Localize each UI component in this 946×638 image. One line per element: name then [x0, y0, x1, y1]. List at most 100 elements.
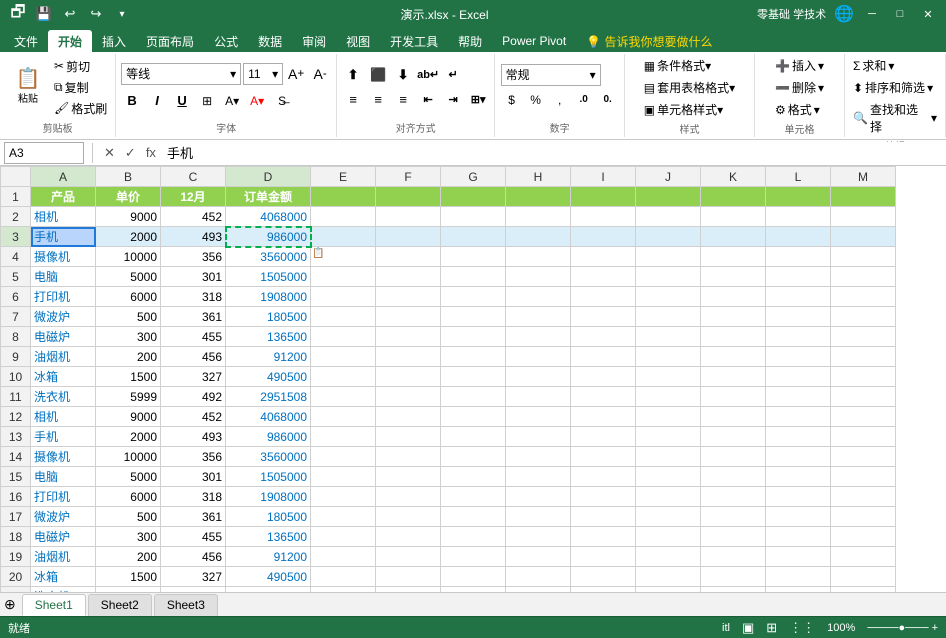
cell[interactable]: 492 [161, 387, 226, 407]
cell[interactable] [376, 487, 441, 507]
cell[interactable]: 455 [161, 327, 226, 347]
cell[interactable]: 1505000 [226, 267, 311, 287]
cell[interactable] [831, 267, 896, 287]
sheet-tab-1[interactable]: Sheet1 [22, 594, 86, 616]
quick-access-more-icon[interactable]: ▾ [112, 4, 132, 24]
cell[interactable] [571, 267, 636, 287]
increase-decimal-button[interactable]: 0. [597, 89, 619, 111]
cell[interactable] [766, 387, 831, 407]
cell[interactable] [766, 487, 831, 507]
sheet-tab-2[interactable]: Sheet2 [88, 594, 152, 616]
cell[interactable] [831, 347, 896, 367]
add-sheet-icon[interactable]: ⊕ [4, 596, 16, 613]
cell[interactable]: 301 [161, 267, 226, 287]
cell[interactable] [441, 587, 506, 593]
cell[interactable]: 6000 [96, 487, 161, 507]
col-header-J[interactable]: J [636, 167, 701, 187]
decrease-decimal-button[interactable]: .0 [573, 89, 595, 111]
cell[interactable] [376, 427, 441, 447]
tab-search[interactable]: 💡 告诉我你想要做什么 [576, 30, 722, 52]
row-header-8[interactable]: 8 [1, 327, 31, 347]
cell[interactable] [701, 527, 766, 547]
cell[interactable] [766, 247, 831, 267]
cell[interactable]: 油烟机 [31, 347, 96, 367]
cell[interactable] [636, 227, 701, 247]
view-break-icon[interactable]: ⋮⋮ [789, 620, 815, 636]
sum-button[interactable]: Σ 求和 ▾ [851, 56, 939, 75]
cell[interactable]: 455 [161, 527, 226, 547]
text-direction-button[interactable]: ab↵ [417, 64, 439, 86]
cell[interactable]: 产品 [31, 187, 96, 207]
cell[interactable] [441, 227, 506, 247]
cell[interactable] [441, 347, 506, 367]
cell[interactable]: 300 [96, 527, 161, 547]
cell[interactable] [571, 467, 636, 487]
cell[interactable] [571, 507, 636, 527]
cell[interactable] [311, 367, 376, 387]
cell[interactable]: 12月 [161, 187, 226, 207]
cell[interactable]: 6000 [96, 287, 161, 307]
cell[interactable] [441, 447, 506, 467]
cell[interactable] [506, 447, 571, 467]
cell[interactable]: 1500 [96, 367, 161, 387]
cell[interactable] [571, 207, 636, 227]
row-header-17[interactable]: 17 [1, 507, 31, 527]
cell[interactable] [376, 347, 441, 367]
align-bottom-button[interactable]: ⬇ [392, 64, 414, 86]
cell[interactable]: 490500 [226, 367, 311, 387]
align-left-button[interactable]: ≡ [342, 89, 364, 111]
cell[interactable] [636, 407, 701, 427]
cell[interactable] [571, 347, 636, 367]
cell[interactable] [376, 367, 441, 387]
cell[interactable]: 冰箱 [31, 567, 96, 587]
spreadsheet[interactable]: A B C D E F G H I J K L M 1产品单价12月订单金额2相… [0, 166, 946, 592]
cell[interactable] [766, 207, 831, 227]
col-header-M[interactable]: M [831, 167, 896, 187]
cell[interactable] [311, 587, 376, 593]
cell[interactable]: 452 [161, 207, 226, 227]
cell[interactable] [701, 267, 766, 287]
cell[interactable]: 10000 [96, 247, 161, 267]
cell[interactable] [441, 307, 506, 327]
cell[interactable] [506, 587, 571, 593]
col-header-D[interactable]: D [226, 167, 311, 187]
sort-button[interactable]: ⬍ 排序和筛选 ▾ [851, 78, 939, 97]
cell[interactable] [311, 267, 376, 287]
row-header-9[interactable]: 9 [1, 347, 31, 367]
cell[interactable] [766, 187, 831, 207]
cell[interactable]: 4068000 [226, 207, 311, 227]
cell[interactable] [701, 467, 766, 487]
cell[interactable] [311, 527, 376, 547]
cell[interactable]: 9000 [96, 407, 161, 427]
comma-button[interactable]: , [549, 89, 571, 111]
cell[interactable] [766, 587, 831, 593]
cell[interactable] [571, 447, 636, 467]
cell[interactable]: 91200 [226, 547, 311, 567]
cell[interactable] [506, 187, 571, 207]
insert-cells-button[interactable]: ➕ 插入 ▾ [773, 56, 826, 75]
row-header-4[interactable]: 4 [1, 247, 31, 267]
cell[interactable] [506, 347, 571, 367]
cell[interactable]: 3560000 [226, 247, 311, 267]
cell[interactable] [701, 427, 766, 447]
cell[interactable] [506, 467, 571, 487]
cell[interactable] [571, 487, 636, 507]
cell[interactable] [636, 447, 701, 467]
font-size-dropdown[interactable]: 11 ▾ [243, 63, 283, 85]
cell[interactable] [831, 327, 896, 347]
cell[interactable]: 452 [161, 407, 226, 427]
cell[interactable]: 361 [161, 307, 226, 327]
cell[interactable] [376, 207, 441, 227]
italic-button[interactable]: I [146, 90, 168, 112]
cell[interactable] [636, 487, 701, 507]
cell[interactable] [571, 327, 636, 347]
tab-formula[interactable]: 公式 [204, 30, 248, 52]
cell[interactable]: 摄像机 [31, 247, 96, 267]
tab-developer[interactable]: 开发工具 [380, 30, 448, 52]
cell[interactable]: 1908000 [226, 287, 311, 307]
formula-cancel-icon[interactable]: ✕ [101, 145, 118, 161]
cell[interactable] [636, 467, 701, 487]
cell[interactable]: 490500 [226, 567, 311, 587]
row-header-2[interactable]: 2 [1, 207, 31, 227]
cell[interactable] [506, 407, 571, 427]
